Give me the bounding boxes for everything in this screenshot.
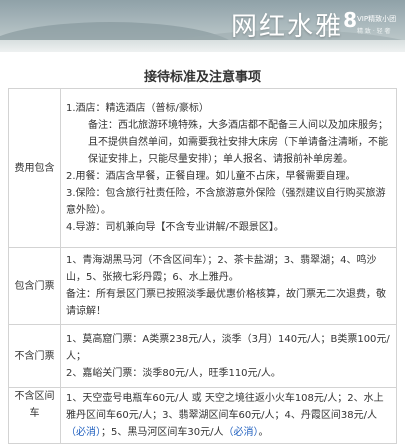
brand-tagline: VIP精致小团	[357, 15, 397, 23]
shuttle-line: 1、天空壶号电瓶车60元/人 或 天空之境往返小火车108元/人；2、水上雅丹区…	[66, 393, 384, 421]
row-content: 1.酒店：精选酒店（普标/豪标） 备注：西北旅游环境特殊，大多酒店都不配备三人间…	[60, 88, 397, 248]
brand-tagline-secondary: 精 致 · 轻 奢	[357, 28, 391, 35]
table-row: 不含区间车 1、天空壶号电瓶车60元/人 或 天空之境往返小火车108元/人；2…	[8, 387, 397, 444]
header-banner: 网红水雅 8 VIP精致小团 精 致 · 轻 奢	[0, 0, 405, 52]
brand-number: 8	[343, 8, 357, 32]
mandatory-tag: （必消）	[223, 427, 259, 438]
excluded-ticket-line: 2、嘉峪关门票：淡季80元/人，旺季110元/人。	[66, 367, 281, 379]
included-tickets-line: 1、青海湖黑马河（不含区间车）；2、茶卡盐湖；3、翡翠湖；4、鸣沙山，5、张掖七…	[66, 255, 377, 283]
row-category: 包含门票	[8, 247, 61, 325]
excluded-ticket-line: 1、莫高窟门票：A类票238元/人，淡季（3月）140元/人；B类票100元/人…	[66, 333, 390, 362]
row-category: 不含门票	[8, 324, 61, 388]
mandatory-tag: （必消）	[66, 427, 101, 438]
lake-decoration	[0, 40, 405, 52]
hotel-line: 1.酒店：精选酒店（普标/豪标）	[66, 103, 209, 114]
row-category: 费用包含	[8, 88, 61, 248]
reception-standards-table: 费用包含 1.酒店：精选酒店（普标/豪标） 备注：西北旅游环境特殊，大多酒店都不…	[8, 88, 397, 444]
shuttle-line-tail: ；5、黑马河区间车30元/人	[101, 427, 224, 438]
hotel-note: 备注：西北旅游环境特殊，大多酒店都不配备三人间以及加床服务；且不提供自然单间，如…	[88, 120, 388, 165]
meal-line: 2.用餐：酒店含早餐，正餐自理。如儿童不占床，早餐需要自理。	[66, 171, 356, 182]
guide-line: 4.导游：司机兼向导【不含专业讲解/不跟景区】。	[66, 222, 284, 233]
table-row: 包含门票 1、青海湖黑马河（不含区间车）；2、茶卡盐湖；3、翡翠湖；4、鸣沙山，…	[8, 247, 397, 325]
row-content: 1、天空壶号电瓶车60元/人 或 天空之境往返小火车108元/人；2、水上雅丹区…	[60, 387, 397, 444]
table-row: 不含门票 1、莫高窟门票：A类票238元/人，淡季（3月）140元/人；B类票1…	[8, 324, 397, 388]
insurance-line: 3.保险：包含旅行社责任险，不含旅游意外保险（强烈建议自行购买旅游意外险）。	[66, 188, 386, 216]
row-content: 1、青海湖黑马河（不含区间车）；2、茶卡盐湖；3、翡翠湖；4、鸣沙山，5、张掖七…	[60, 247, 397, 325]
table-row: 费用包含 1.酒店：精选酒店（普标/豪标） 备注：西北旅游环境特殊，大多酒店都不…	[8, 88, 397, 248]
row-category: 不含区间车	[8, 387, 61, 444]
row-content: 1、莫高窟门票：A类票238元/人，淡季（3月）140元/人；B类票100元/人…	[60, 324, 397, 388]
shuttle-line-end: 。	[258, 427, 269, 438]
brand-logo-text: 网红水雅	[230, 12, 343, 42]
page-title: 接待标准及注意事项	[143, 70, 261, 85]
included-tickets-note: 备注：所有景区门票已按照淡季最优惠价格核算，故门票无二次退费，敬请谅解！	[66, 289, 386, 317]
